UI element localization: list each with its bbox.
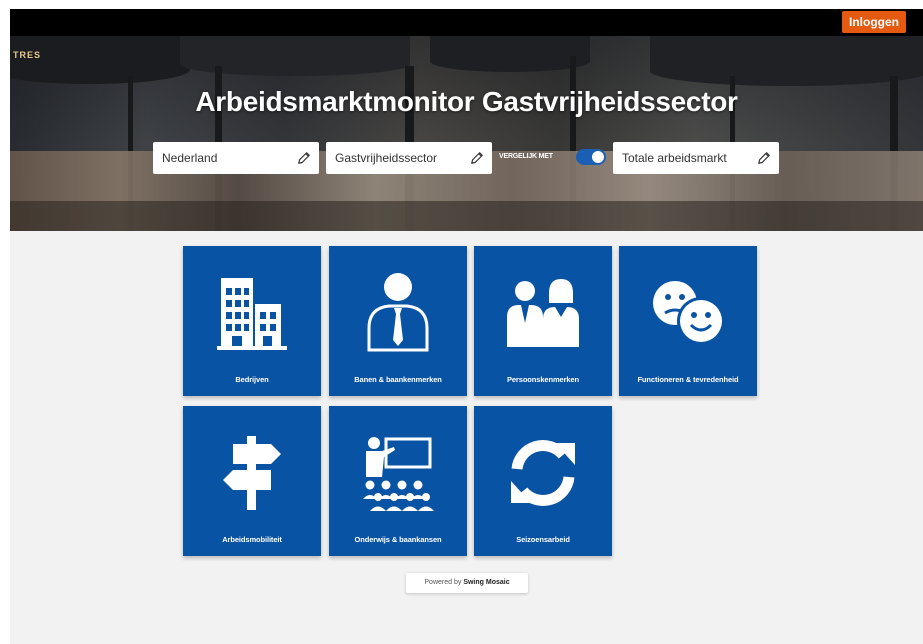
compare-label: VERGELIJK MET <box>499 153 553 160</box>
people-icon <box>507 279 579 347</box>
compare-filter-value: Totale arbeidsmarkt <box>622 151 727 165</box>
tile-seizoensarbeid[interactable]: Seizoensarbeid <box>474 406 612 556</box>
buildings-icon <box>217 278 287 350</box>
tile-label: Persoonskenmerken <box>506 375 580 384</box>
pencil-icon[interactable] <box>470 151 484 165</box>
tile-bedrijven[interactable]: Bedrijven <box>183 246 321 396</box>
tile-label: Arbeidsmobiliteit <box>222 535 282 544</box>
tile-label: Functioneren & tevredenheid <box>637 375 739 384</box>
tile-functioneren[interactable]: Functioneren & tevredenheid <box>619 246 757 396</box>
signpost-icon <box>223 436 281 510</box>
person-tie-icon <box>367 273 429 352</box>
powered-brand: Swing Mosaic <box>463 579 510 586</box>
sector-filter-value: Gastvrijheidssector <box>335 151 438 165</box>
pencil-icon[interactable] <box>297 151 311 165</box>
tile-arbeidsmobiliteit[interactable]: Arbeidsmobiliteit <box>183 406 321 556</box>
tile-persoonskenmerken[interactable]: Persoonskenmerken <box>474 246 612 396</box>
tile-label: Banen & baankenmerken <box>354 375 442 384</box>
pencil-icon[interactable] <box>757 151 771 165</box>
sector-filter[interactable]: Gastvrijheidssector <box>326 142 492 174</box>
toggle-knob <box>592 151 604 163</box>
region-filter[interactable]: Nederland <box>153 142 319 174</box>
compare-toggle[interactable] <box>576 149 606 165</box>
page: Inloggen TRES Arbeidsmarktmonitor Gastvr… <box>10 9 923 644</box>
region-filter-value: Nederland <box>162 151 218 165</box>
terrace-sign: TRES <box>13 50 42 60</box>
tile-banen[interactable]: Banen & baankenmerken <box>329 246 467 396</box>
powered-by-badge[interactable]: Powered by Swing Mosaic <box>406 573 528 593</box>
refresh-arrows-icon <box>511 440 575 506</box>
powered-prefix: Powered by <box>424 579 462 586</box>
hero-banner: TRES Arbeidsmarktmonitor Gastvrijheidsse… <box>10 36 923 231</box>
tile-label: Onderwijs & baankansen <box>354 535 442 544</box>
login-button[interactable]: Inloggen <box>842 11 906 33</box>
compare-filter[interactable]: Totale arbeidsmarkt <box>613 142 779 174</box>
smiley-faces-icon <box>653 281 725 345</box>
page-title: Arbeidsmarktmonitor Gastvrijheidssector <box>195 86 738 117</box>
classroom-icon <box>363 437 434 511</box>
tile-onderwijs[interactable]: Onderwijs & baankansen <box>329 406 467 556</box>
tile-label: Bedrijven <box>235 375 269 384</box>
top-bar: Inloggen <box>10 9 923 36</box>
tile-label: Seizoensarbeid <box>516 535 570 544</box>
